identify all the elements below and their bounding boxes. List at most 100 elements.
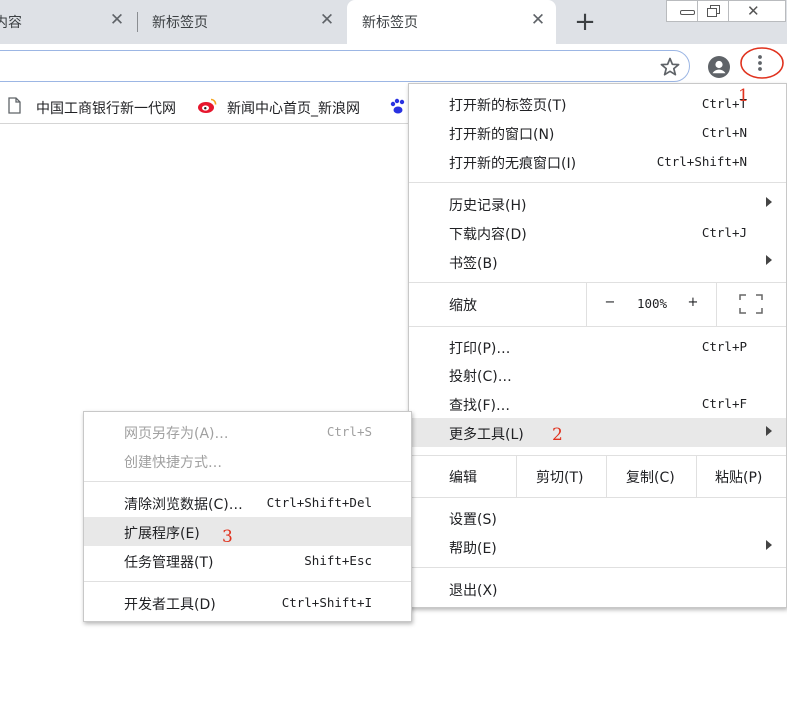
submenu-arrow-icon [766, 426, 772, 436]
submenu-arrow-icon [766, 197, 772, 207]
tab-title: 内容 [0, 15, 22, 31]
menu-item-incognito[interactable]: 打开新的无痕窗口(I) Ctrl+Shift+N [409, 147, 786, 176]
submenu-arrow-icon [766, 255, 772, 265]
menu-item-shortcut: Ctrl+Shift+N [656, 154, 747, 169]
menu-item-label: 查找(F)… [449, 398, 510, 414]
menu-item-history[interactable]: 历史记录(H) [409, 189, 786, 218]
more-tools-submenu: 网页另存为(A)… Ctrl+S 创建快捷方式… 清除浏览数据(C)… Ctrl… [83, 411, 412, 622]
new-tab-button[interactable]: + [570, 8, 600, 38]
menu-item-label: 打开新的窗口(N) [449, 127, 555, 143]
bookmark-label: 新闻中心首页_新浪网 [227, 101, 360, 117]
menu-item-more-tools[interactable]: 更多工具(L) [409, 418, 786, 447]
close-icon: ✕ [747, 2, 760, 20]
tab-title: 新标签页 [362, 15, 418, 31]
menu-item-label: 设置(S) [449, 512, 497, 528]
minimize-icon [680, 10, 695, 15]
cut-button[interactable]: 剪切(T) [536, 467, 583, 487]
zoom-level: 100% [636, 296, 668, 311]
submenu-arrow-icon [766, 540, 772, 550]
menu-item-settings[interactable]: 设置(S) [409, 503, 786, 532]
menu-item-label: 更多工具(L) [449, 427, 524, 443]
menu-item-extensions[interactable]: 扩展程序(E) [84, 517, 411, 546]
restore-button[interactable] [697, 0, 729, 22]
menu-item-shortcut: Ctrl+S [326, 424, 372, 439]
menu-item-print[interactable]: 打印(P)… Ctrl+P [409, 332, 786, 361]
menu-item-label: 网页另存为(A)… [124, 426, 229, 442]
annotation-step-1: 1 [738, 86, 749, 106]
menu-item-help[interactable]: 帮助(E) [409, 532, 786, 561]
menu-item-label: 打印(P)… [449, 341, 511, 357]
cell-divider [516, 456, 517, 497]
page-icon [8, 97, 21, 118]
menu-item-downloads[interactable]: 下载内容(D) Ctrl+J [409, 218, 786, 247]
bookmark-star-icon[interactable] [659, 56, 681, 78]
menu-separator [409, 326, 786, 327]
menu-item-label: 退出(X) [449, 583, 498, 599]
edit-label: 编辑 [449, 470, 477, 486]
chrome-menu-button[interactable] [740, 46, 784, 80]
tab-close-icon[interactable]: ✕ [106, 9, 128, 31]
tab-1[interactable]: 内容 ✕ [0, 0, 137, 44]
menu-separator [84, 581, 411, 582]
fullscreen-icon[interactable] [739, 294, 763, 314]
address-bar[interactable] [0, 50, 690, 82]
zoom-out-button[interactable]: − [599, 295, 621, 310]
cell-divider [716, 283, 717, 326]
menu-item-exit[interactable]: 退出(X) [409, 574, 786, 603]
tab-title: 新标签页 [152, 15, 208, 31]
menu-separator [409, 182, 786, 183]
menu-item-new-tab[interactable]: 打开新的标签页(T) Ctrl+T [409, 89, 786, 118]
menu-item-label: 打开新的无痕窗口(I) [449, 156, 577, 172]
tab-close-icon[interactable]: ✕ [316, 9, 338, 31]
menu-item-dev-tools[interactable]: 开发者工具(D) Ctrl+Shift+I [84, 588, 411, 617]
menu-separator [84, 481, 411, 482]
menu-row-zoom: 缩放 − 100% + [409, 283, 786, 326]
zoom-in-button[interactable]: + [683, 295, 703, 310]
tab-strip: 内容 ✕ 新标签页 ✕ 新标签页 ✕ + ✕ [0, 0, 787, 44]
menu-separator [409, 497, 786, 498]
chrome-main-menu: 打开新的标签页(T) Ctrl+T 打开新的窗口(N) Ctrl+N 打开新的无… [408, 83, 787, 608]
menu-item-shortcut: Ctrl+Shift+Del [266, 495, 372, 510]
profile-avatar-icon[interactable] [707, 55, 731, 79]
menu-item-shortcut: Ctrl+N [701, 125, 747, 140]
menu-row-edit: 编辑 剪切(T) 复制(C) 粘贴(P) [409, 456, 786, 497]
menu-item-label: 投射(C)… [449, 369, 512, 385]
cell-divider [606, 456, 607, 497]
menu-item-clear-data[interactable]: 清除浏览数据(C)… Ctrl+Shift+Del [84, 488, 411, 517]
menu-item-shortcut: Ctrl+P [701, 339, 747, 354]
menu-item-find[interactable]: 查找(F)… Ctrl+F [409, 389, 786, 418]
paste-button[interactable]: 粘贴(P) [715, 467, 762, 487]
menu-item-shortcut: Ctrl+Shift+I [281, 595, 372, 610]
tab-3-active[interactable]: 新标签页 ✕ [347, 0, 556, 44]
copy-button[interactable]: 复制(C) [626, 467, 675, 487]
bookmark-label: 中国工商银行新一代网 [36, 101, 176, 117]
menu-item-label: 书签(B) [449, 256, 498, 272]
bookmark-item[interactable]: 中国工商银行新一代网 [0, 88, 190, 123]
menu-separator [409, 567, 786, 568]
menu-item-label: 扩展程序(E) [124, 526, 200, 542]
tab-close-icon[interactable]: ✕ [527, 9, 549, 31]
close-window-button[interactable]: ✕ [728, 0, 786, 22]
menu-item-cast[interactable]: 投射(C)… [409, 360, 786, 389]
menu-item-label: 历史记录(H) [449, 198, 527, 214]
menu-item-label: 开发者工具(D) [124, 597, 216, 613]
bookmark-item[interactable]: 新闻中心首页_新浪网 [195, 88, 380, 123]
menu-item-label: 任务管理器(T) [124, 555, 214, 571]
menu-item-shortcut: Shift+Esc [304, 553, 372, 568]
menu-item-label: 下载内容(D) [449, 227, 527, 243]
menu-item-create-shortcut: 创建快捷方式… [84, 446, 411, 475]
menu-item-label: 清除浏览数据(C)… [124, 497, 243, 513]
cell-divider [586, 283, 587, 326]
paw-icon[interactable] [390, 98, 406, 116]
menu-item-shortcut: Ctrl+F [701, 396, 747, 411]
menu-item-shortcut: Ctrl+J [701, 225, 747, 240]
menu-item-save-as: 网页另存为(A)… Ctrl+S [84, 417, 411, 446]
menu-item-bookmarks[interactable]: 书签(B) [409, 247, 786, 276]
menu-item-new-window[interactable]: 打开新的窗口(N) Ctrl+N [409, 118, 786, 147]
annotation-step-2: 2 [552, 425, 563, 445]
menu-item-label: 创建快捷方式… [124, 455, 222, 471]
menu-item-label: 帮助(E) [449, 541, 497, 557]
tab-2[interactable]: 新标签页 ✕ [138, 0, 346, 44]
menu-item-task-manager[interactable]: 任务管理器(T) Shift+Esc [84, 546, 411, 575]
weibo-icon [197, 97, 217, 118]
